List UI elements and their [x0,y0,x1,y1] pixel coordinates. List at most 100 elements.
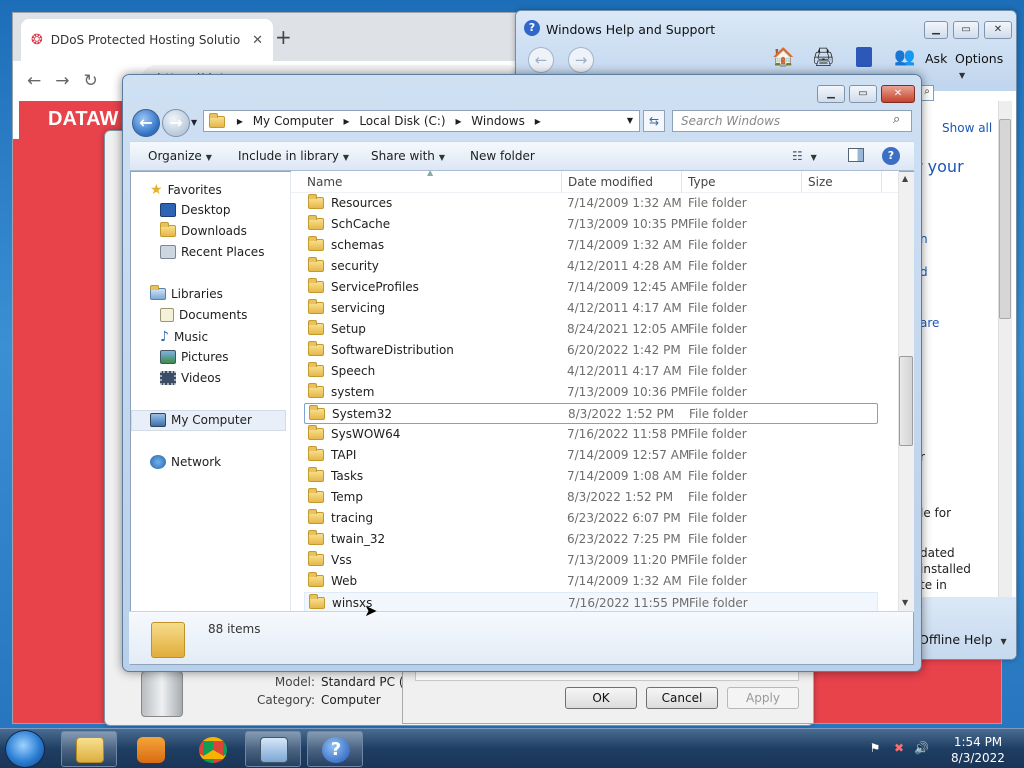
table-row[interactable]: Resources 7/14/2009 1:32 AM File folder [304,193,878,214]
nav-pictures[interactable]: Pictures [160,350,229,364]
table-row[interactable]: tracing 6/23/2022 6:07 PM File folder [304,508,878,529]
row-type: File folder [688,490,747,504]
preview-pane-icon[interactable] [848,148,864,162]
home-icon[interactable]: 🏠 [772,47,794,68]
table-row[interactable]: schemas 7/14/2009 1:32 AM File folder [304,235,878,256]
network-status-icon[interactable]: ✖ [892,741,906,755]
column-date-modified[interactable]: Date modified [568,175,653,189]
table-row[interactable]: TAPI 7/14/2009 12:57 AM File folder [304,445,878,466]
table-row[interactable]: security 4/12/2011 4:28 AM File folder [304,256,878,277]
forward-button[interactable]: → [55,71,69,91]
recent-pages-chevron-icon[interactable]: ▼ [191,118,197,127]
system-clock[interactable]: 1:54 PM 8/3/2022 [938,734,1018,766]
table-row[interactable]: Temp 8/3/2022 1:52 PM File folder [304,487,878,508]
nav-desktop[interactable]: Desktop [160,203,231,217]
address-dropdown-icon[interactable]: ▼ [627,111,633,131]
table-row[interactable]: system 7/13/2009 10:36 PM File folder [304,382,878,403]
nav-music[interactable]: ♪ Music [160,329,208,345]
maximize-icon[interactable]: ▭ [849,85,877,103]
forward-button[interactable]: → [162,109,190,137]
nav-favorites[interactable]: ★ Favorites [150,182,222,198]
taskbar-explorer-button[interactable] [61,731,117,767]
ok-button[interactable]: OK [565,687,637,709]
back-button[interactable]: ← [27,71,41,91]
table-row[interactable]: Vss 7/13/2009 11:20 PM File folder [304,550,878,571]
breadcrumb-my-computer[interactable]: My Computer [253,114,334,128]
reload-button[interactable]: ↻ [84,71,98,91]
nav-recent-places[interactable]: Recent Places [160,245,264,259]
column-separator[interactable] [561,171,562,193]
table-row[interactable]: SoftwareDistribution 6/20/2022 1:42 PM Fil… [304,340,878,361]
include-in-library-menu[interactable]: Include in library ▼ [238,149,349,163]
table-row[interactable]: Tasks 7/14/2009 1:08 AM File folder [304,466,878,487]
new-tab-button[interactable]: + [275,25,292,49]
row-name-cell: Temp [308,488,363,504]
browse-help-icon[interactable] [856,47,872,67]
table-row[interactable]: twain_32 6/23/2022 7:25 PM File folder [304,529,878,550]
action-center-icon[interactable]: ⚑ [868,741,882,755]
minimize-icon[interactable]: ▁ [817,85,845,103]
file-list-scroll-thumb[interactable] [899,356,913,446]
column-separator[interactable] [881,171,882,193]
help-icon[interactable]: ? [882,147,900,165]
maximize-icon[interactable]: ▭ [953,21,979,39]
table-row[interactable]: winsxs 7/16/2022 11:55 PM File folder [304,592,878,613]
help-forward-icon[interactable]: → [568,47,594,73]
column-name[interactable]: Name [307,175,342,189]
help-scroll-thumb[interactable] [999,119,1011,319]
close-icon[interactable]: ✕ [984,21,1012,39]
offline-help-menu[interactable]: Offline Help ▼ [919,632,1007,647]
taskbar-control-panel-button[interactable] [245,731,301,767]
close-icon[interactable]: ✕ [881,85,915,103]
start-button[interactable] [5,730,45,768]
nav-videos[interactable]: Videos [160,371,221,385]
nav-libraries[interactable]: Libraries [150,285,223,301]
search-icon[interactable]: ⌕ [893,112,900,127]
taskbar-help-button[interactable]: ? [307,731,363,767]
table-row[interactable]: SchCache 7/13/2009 10:35 PM File folder [304,214,878,235]
table-row[interactable]: Speech 4/12/2011 4:17 AM File folder [304,361,878,382]
help-back-icon[interactable]: ← [528,47,554,73]
table-row[interactable]: System32 8/3/2022 1:52 PM File folder [304,403,878,424]
taskbar-media-player-button[interactable] [122,731,178,767]
scroll-up-icon[interactable]: ▲ [902,174,908,183]
ask-people-icon[interactable]: 👥 [894,47,915,67]
column-size[interactable]: Size [808,175,833,189]
print-icon[interactable]: 🖨 [812,47,835,68]
help-link-fragment-3[interactable]: are [920,316,939,330]
show-all-link[interactable]: Show all [942,121,992,135]
new-folder-button[interactable]: New folder [470,149,535,163]
table-row[interactable]: servicing 4/12/2011 4:17 AM File folder [304,298,878,319]
back-button[interactable]: ← [132,109,160,137]
apply-button[interactable]: Apply [727,687,799,709]
nav-documents[interactable]: Documents [160,308,247,322]
volume-icon[interactable]: 🔊 [914,741,929,755]
cancel-button[interactable]: Cancel [646,687,718,709]
table-row[interactable]: ServiceProfiles 7/14/2009 12:45 AM File fo… [304,277,878,298]
view-options-icon[interactable]: ☷ ▼ [792,149,817,163]
address-bar[interactable]: ▸ My Computer ▸ Local Disk (C:) ▸ Window… [203,110,640,132]
table-row[interactable]: Web 7/14/2009 1:32 AM File folder [304,571,878,592]
nav-network[interactable]: Network [150,455,221,469]
table-row[interactable]: SysWOW64 7/16/2022 11:58 PM File folder [304,424,878,445]
search-input[interactable]: Search Windows [672,110,912,132]
ask-button[interactable]: Ask [925,51,947,66]
refresh-icon[interactable]: ⇆ [643,110,665,132]
column-separator[interactable] [801,171,802,193]
column-separator[interactable] [681,171,682,193]
nav-downloads[interactable]: Downloads [160,222,247,238]
nav-my-computer[interactable]: My Computer [150,413,252,427]
scroll-down-icon[interactable]: ▼ [902,598,908,607]
options-menu[interactable]: Options ▼ [955,51,1016,81]
help-search-icon[interactable]: ⌕ [920,85,934,101]
share-with-menu[interactable]: Share with ▼ [371,149,445,163]
taskbar-chrome-button[interactable] [184,731,240,767]
breadcrumb-local-disk[interactable]: Local Disk (C:) [359,114,445,128]
organize-menu[interactable]: Organize ▼ [148,149,212,163]
browser-tab[interactable]: ❂ DDoS Protected Hosting Solutio ✕ [21,19,273,61]
minimize-icon[interactable]: ▁ [924,21,948,39]
column-type[interactable]: Type [688,175,716,189]
breadcrumb-windows[interactable]: Windows [471,114,525,128]
table-row[interactable]: Setup 8/24/2021 12:05 AM File folder [304,319,878,340]
close-tab-icon[interactable]: ✕ [252,33,263,48]
